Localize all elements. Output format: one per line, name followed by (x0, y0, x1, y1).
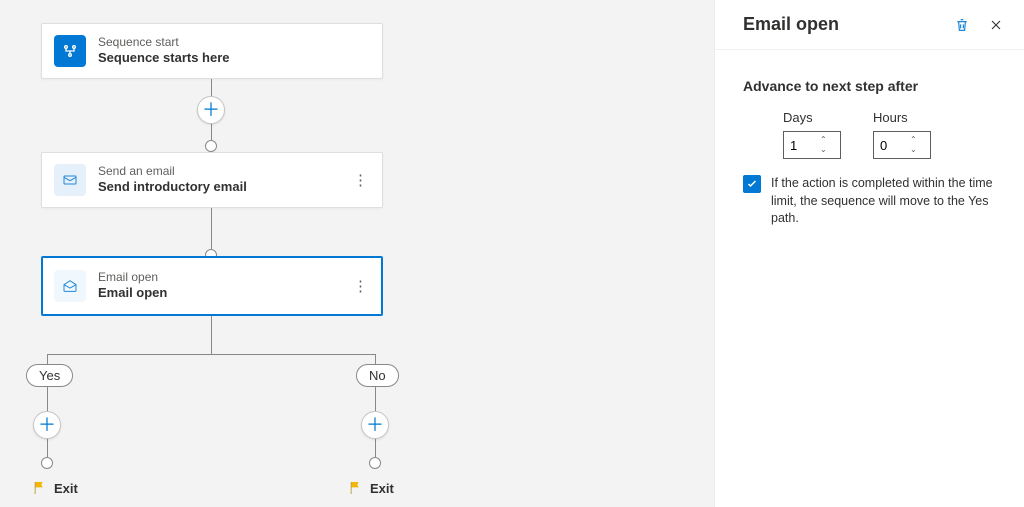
node-menu-button[interactable]: ⋮ (349, 167, 372, 193)
flag-icon (348, 480, 364, 496)
mail-icon (54, 164, 86, 196)
connector-node (205, 140, 217, 152)
exit-no[interactable]: Exit (348, 480, 394, 496)
panel-header: Email open (715, 0, 1024, 50)
connector (47, 354, 376, 355)
hours-up[interactable]: ⌃ (910, 135, 917, 145)
yes-path-option[interactable]: If the action is completed within the ti… (743, 175, 996, 228)
node-title: Email open (98, 285, 167, 302)
hours-down[interactable]: ⌄ (910, 145, 917, 155)
checkbox-label: If the action is completed within the ti… (771, 175, 996, 228)
start-icon (54, 35, 86, 67)
exit-label: Exit (370, 481, 394, 496)
delete-button[interactable] (952, 15, 972, 35)
days-up[interactable]: ⌃ (820, 135, 827, 145)
days-input[interactable]: ⌃ ⌄ (783, 131, 841, 159)
flag-icon (32, 480, 48, 496)
panel-body: Advance to next step after Days ⌃ ⌄ Hour… (715, 50, 1024, 256)
node-email-open[interactable]: Email open Email open ⋮ (41, 256, 383, 316)
node-sequence-start[interactable]: Sequence start Sequence starts here (41, 23, 383, 79)
section-label: Advance to next step after (743, 78, 996, 94)
days-field[interactable] (784, 138, 820, 153)
node-menu-button[interactable]: ⋮ (349, 273, 372, 299)
checkbox-checked-icon[interactable] (743, 175, 761, 193)
days-label: Days (783, 110, 841, 125)
node-title: Send introductory email (98, 179, 247, 196)
exit-yes[interactable]: Exit (32, 480, 78, 496)
sequence-canvas: Sequence start Sequence starts here ＋ Se… (0, 0, 714, 507)
hours-field[interactable] (874, 138, 910, 153)
hours-label: Hours (873, 110, 931, 125)
close-button[interactable] (986, 15, 1006, 35)
panel-title: Email open (743, 14, 839, 35)
node-title: Sequence starts here (98, 50, 230, 67)
days-down[interactable]: ⌄ (820, 145, 827, 155)
open-mail-icon (54, 270, 86, 302)
node-subtitle: Sequence start (98, 35, 230, 51)
node-subtitle: Email open (98, 270, 167, 286)
branch-label-no[interactable]: No (356, 364, 399, 387)
node-subtitle: Send an email (98, 164, 247, 180)
add-step-button-no[interactable]: ＋ (361, 411, 389, 439)
add-step-button-yes[interactable]: ＋ (33, 411, 61, 439)
connector-node (369, 457, 381, 469)
add-step-button[interactable]: ＋ (197, 96, 225, 124)
connector-node (41, 457, 53, 469)
hours-input[interactable]: ⌃ ⌄ (873, 131, 931, 159)
details-panel: Email open Advance to next step after Da… (714, 0, 1024, 507)
branch-label-yes[interactable]: Yes (26, 364, 73, 387)
exit-label: Exit (54, 481, 78, 496)
node-send-email[interactable]: Send an email Send introductory email ⋮ (41, 152, 383, 208)
connector (211, 316, 212, 354)
